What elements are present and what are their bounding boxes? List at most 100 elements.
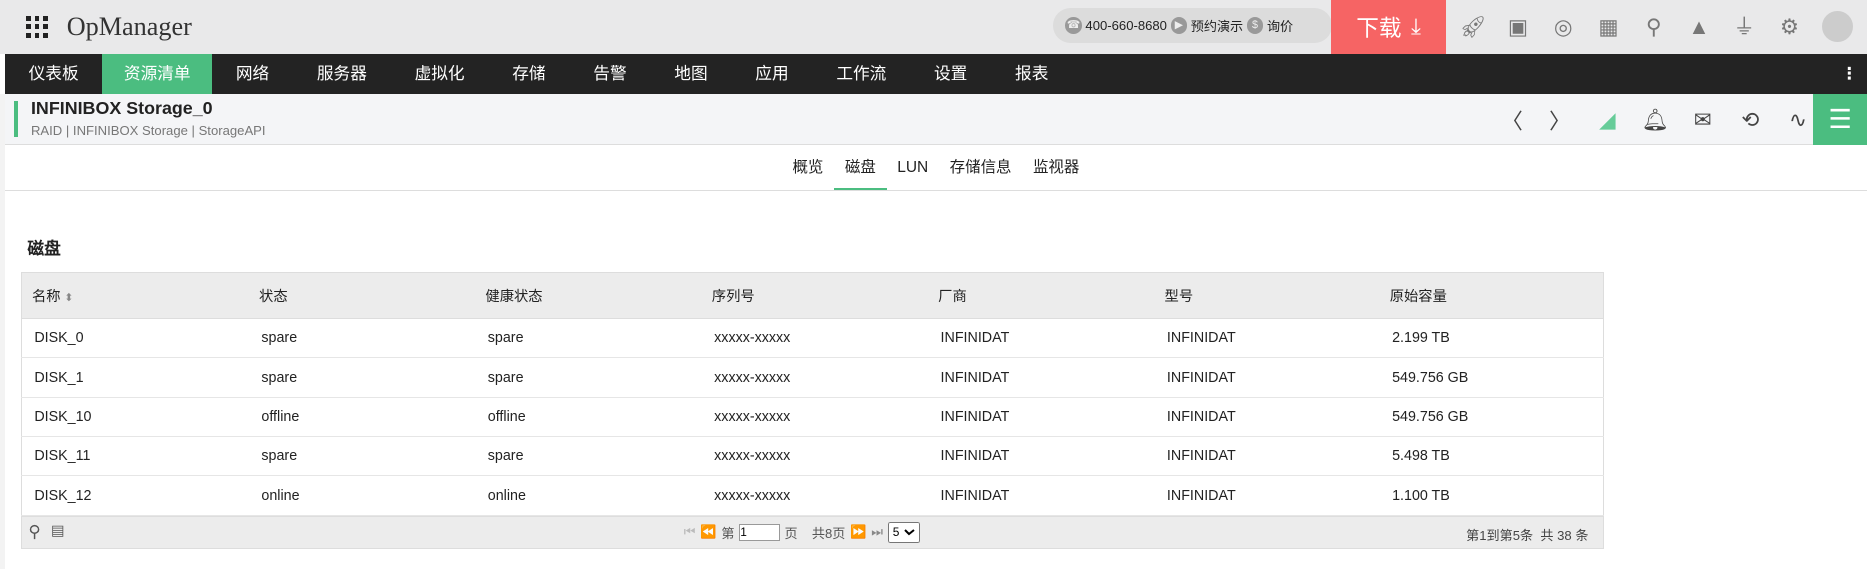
page-size-select[interactable]: 5 [887,521,920,544]
table-cell: INFINIDAT [1155,436,1381,477]
accent-bar [14,101,18,137]
total-pages: 共8页 [811,525,846,541]
page-prefix: 第 [721,525,735,541]
table-row[interactable]: DISK_0 spare spare xxxxx-xxxxx INFINIDAT INFI… [21,318,1604,359]
col-name[interactable]: 名称 ⬍ [21,272,250,320]
table-cell: INFINIDAT [928,436,1155,477]
table-cell: 549.756 GB [1380,357,1604,398]
table-row[interactable]: DISK_10 offline offline xxxxx-xxxxx INFINIDA… [21,397,1604,438]
page-suffix: 页 [784,525,798,541]
avatar[interactable] [1821,11,1853,43]
more-icon[interactable]: ⋮ [1831,54,1867,95]
apps-grid-icon[interactable] [26,16,48,38]
hamburger-menu-icon[interactable]: ☰ [1813,94,1867,146]
top-bar: OpManager ☎ 400-660-8680 ▶ 预约演示 $ 询价 下载 ⤓ 🚀︎… [0,0,1867,54]
prev-icon[interactable]: 〈 [1497,105,1528,136]
col-status[interactable]: 状态 [249,272,476,320]
nav-dashboard[interactable]: 仪表板 [5,54,103,95]
download-label: 下载 [1356,16,1402,42]
rocket-icon[interactable]: 🚀︎ [1460,14,1487,40]
table-cell: xxxxx-xxxxx [702,318,929,359]
nav-maps[interactable]: 地图 [650,54,731,95]
table-cell: spare [475,357,703,398]
table-cell: offline [475,397,703,438]
tab-disks[interactable]: 磁盘 [834,145,887,190]
table-row[interactable]: DISK_1 spare spare xxxxx-xxxxx INFINIDAT INFI… [21,357,1604,398]
refresh-icon[interactable]: ⟲ [1735,108,1766,133]
col-model[interactable]: 型号 [1155,272,1381,320]
prev-page-icon[interactable]: ⏪ [700,524,716,540]
presentation-icon[interactable]: ▣ [1505,14,1531,40]
table-cell: spare [475,318,703,359]
table-cell: spare [249,318,476,359]
demo-link[interactable]: 预约演示 [1191,16,1243,35]
table-cell: INFINIDAT [928,397,1155,438]
gear-icon[interactable]: ⚙ [1776,14,1802,40]
calculator-icon[interactable]: ▤ [51,523,65,539]
table-cell: DISK_1 [21,357,250,398]
table-cell: 549.756 GB [1380,397,1604,438]
table-cell: spare [249,436,476,477]
col-health[interactable]: 健康状态 [475,272,703,320]
table-cell: online [475,475,703,516]
table-cell: online [249,475,476,516]
device-name: INFINIBOX Storage_0 [30,97,213,118]
next-page-icon[interactable]: ⏩ [850,524,866,540]
pager: ⏮ ⏪ 第 页 共8页 ⏩ ⏭ 5 [684,521,920,544]
search-icon[interactable]: ⚲ [28,522,40,542]
search-icon[interactable]: ⚲ [1641,14,1667,40]
download-button[interactable]: 下载 ⤓ [1330,0,1447,54]
bell-icon[interactable]: ▲ [1686,14,1712,40]
table-footer: ⚲ ▤ ⏮ ⏪ 第 页 共8页 ⏩ ⏭ 5 第1到第5条 共 38 条 [21,515,1604,550]
nav-storage[interactable]: 存储 [488,54,569,95]
col-vendor[interactable]: 厂商 [928,272,1155,320]
next-icon[interactable]: 〉 [1544,105,1575,136]
phone-number: 400-660-8680 [1085,18,1167,34]
breadcrumb: RAID | INFINIBOX Storage | StorageAPI [30,122,266,138]
nav-virtualization[interactable]: 虚拟化 [391,54,489,95]
device-header: INFINIBOX Storage_0 RAID | INFINIBOX Sto… [4,94,1867,146]
table-cell: 2.199 TB [1380,318,1604,359]
tab-lun[interactable]: LUN [887,145,939,189]
table-cell: xxxxx-xxxxx [702,357,929,398]
download-icon: ⤓ [1411,13,1422,39]
alarm-icon[interactable]: 🔔︎ [1640,108,1671,133]
mail-icon[interactable]: ✉ [1687,108,1718,133]
table-cell: xxxxx-xxxxx [702,475,929,516]
graph-icon[interactable]: ◢ [1592,108,1623,133]
last-page-icon[interactable]: ⏭ [871,524,883,540]
nav-settings[interactable]: 设置 [910,54,991,95]
tab-bar: 概览 磁盘 LUN 存储信息 监视器 [4,145,1867,191]
table-cell: INFINIDAT [928,357,1155,398]
col-serial[interactable]: 序列号 [702,272,929,320]
nav-servers[interactable]: 服务器 [293,54,391,95]
table-cell: DISK_0 [21,318,250,359]
nav-workflow[interactable]: 工作流 [812,54,910,95]
col-capacity[interactable]: 原始容量 [1380,272,1604,320]
nav-network[interactable]: 网络 [212,54,293,95]
table-row[interactable]: DISK_11 spare spare xxxxx-xxxxx INFINIDAT INF… [21,436,1604,477]
disk-table: 名称 ⬍ 状态 健康状态 序列号 厂商 型号 原始容量 DISK_0 spare s… [21,271,1604,516]
page-input[interactable] [739,524,780,541]
nav-alarms[interactable]: 告警 [569,54,650,95]
headset-icon[interactable]: ◎ [1550,14,1576,40]
nav-apps[interactable]: 应用 [731,54,812,95]
app-logo: OpManager [66,11,192,41]
nav-reports[interactable]: 报表 [991,54,1072,95]
first-page-icon[interactable]: ⏮ [684,524,696,540]
table-row[interactable]: DISK_12 online online xxxxx-xxxxx INFINIDAT I… [21,475,1604,516]
price-link[interactable]: 询价 [1267,16,1293,35]
gift-icon[interactable]: ▦ [1595,14,1621,40]
tab-monitors[interactable]: 监视器 [1022,145,1090,189]
tab-overview[interactable]: 概览 [782,145,834,189]
nav-inventory[interactable]: 资源清单 [102,53,213,95]
trend-icon[interactable]: ∿ [1783,108,1814,133]
plug-icon[interactable]: ⏚ [1731,14,1757,40]
table-cell: offline [249,397,476,438]
sort-icon: ⬍ [64,291,74,304]
table-cell: DISK_11 [21,436,250,477]
tab-storage-info[interactable]: 存储信息 [939,145,1022,189]
contact-pill: ☎ 400-660-8680 ▶ 预约演示 $ 询价 [1053,8,1333,43]
table-cell: DISK_10 [21,397,250,438]
table-cell: INFINIDAT [1155,397,1381,438]
